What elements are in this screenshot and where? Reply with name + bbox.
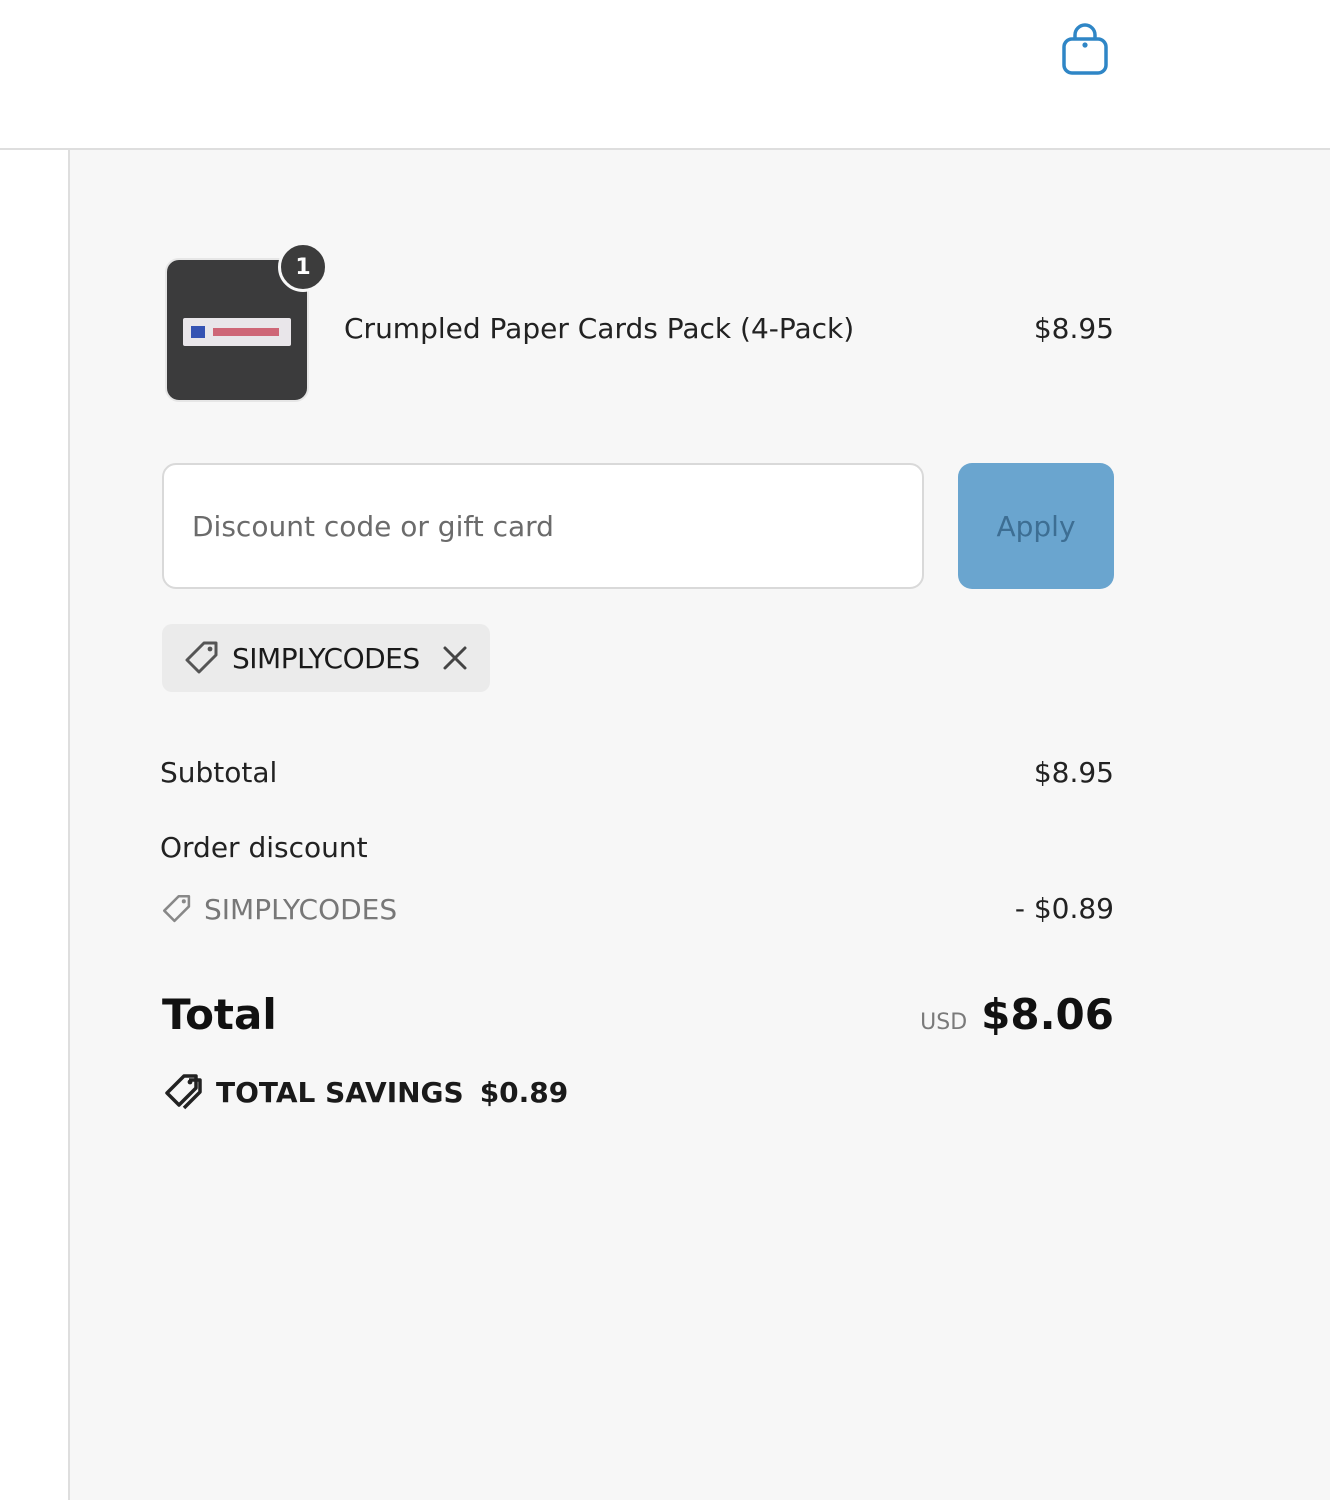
total-savings-value: $0.89 (479, 1075, 569, 1109)
tag-icon (185, 641, 218, 674)
total-currency: USD (920, 1010, 968, 1035)
cart-button[interactable] (1056, 20, 1114, 78)
order-discount-code: SIMPLYCODES (160, 892, 397, 926)
applied-code-label: SIMPLYCODES (232, 641, 420, 675)
applied-code-tag: SIMPLYCODES (162, 624, 490, 692)
order-discount-value: - $0.89 (1014, 892, 1114, 925)
shopping-bag-icon (1062, 23, 1108, 75)
total-savings: TOTAL SAVINGS $0.89 (162, 1072, 568, 1112)
checkout-header (0, 0, 1330, 150)
quantity-badge: 1 (278, 242, 328, 292)
remove-code-button[interactable] (438, 641, 472, 675)
total-savings-label: TOTAL SAVINGS (216, 1075, 464, 1109)
apply-button[interactable]: Apply (958, 463, 1114, 589)
total-value: $8.06 (981, 990, 1114, 1039)
savings-tag-icon (165, 1074, 202, 1110)
tag-icon (162, 894, 191, 923)
product-card-graphic (183, 318, 291, 346)
subtotal-label: Subtotal (160, 756, 278, 789)
main-content-pane (0, 150, 70, 1500)
product-name: Crumpled Paper Cards Pack (4-Pack) (344, 312, 855, 345)
order-discount-label: Order discount (160, 831, 368, 864)
total-label: Total (162, 990, 277, 1039)
total-amount: USD $8.06 (920, 990, 1114, 1039)
order-discount-code-label: SIMPLYCODES (204, 892, 398, 926)
subtotal-value: $8.95 (1033, 756, 1114, 789)
close-icon (443, 646, 467, 670)
discount-code-input[interactable] (162, 463, 924, 589)
product-price: $8.95 (1033, 312, 1114, 345)
